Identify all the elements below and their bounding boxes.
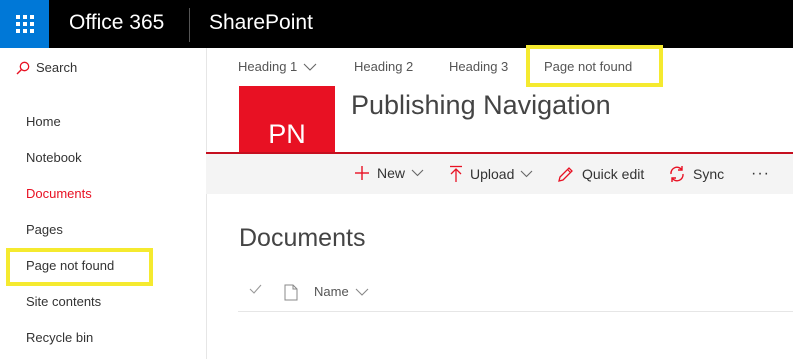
search-icon xyxy=(16,61,30,74)
nav-item-home[interactable]: Home xyxy=(26,113,61,131)
quick-edit-button[interactable]: Quick edit xyxy=(557,165,644,183)
nav-item-notebook[interactable]: Notebook xyxy=(26,149,82,167)
name-column-header[interactable]: Name xyxy=(314,284,369,299)
quick-edit-label: Quick edit xyxy=(582,166,645,182)
nav-item-documents[interactable]: Documents xyxy=(26,185,92,203)
waffle-icon xyxy=(15,15,34,33)
site-logo-initials: PN xyxy=(268,118,306,149)
sync-label: Sync xyxy=(693,166,725,182)
checkmark-icon xyxy=(249,284,262,294)
site-title[interactable]: Publishing Navigation xyxy=(351,88,611,122)
sync-button[interactable]: Sync xyxy=(668,165,724,183)
select-all-checkbox[interactable] xyxy=(249,284,262,294)
new-button[interactable]: New xyxy=(354,165,431,181)
suite-bar: Office 365 SharePoint xyxy=(0,0,793,48)
column-header-divider xyxy=(238,311,793,312)
upload-label: Upload xyxy=(470,166,515,182)
nav-item-site-contents[interactable]: Site contents xyxy=(26,293,101,311)
app-launcher-button[interactable] xyxy=(0,0,49,48)
suite-divider xyxy=(189,8,190,42)
chevron-down-icon xyxy=(411,169,424,177)
more-options-button[interactable]: ··· xyxy=(751,165,770,183)
new-label: New xyxy=(377,165,406,181)
nav-item-pages[interactable]: Pages xyxy=(26,221,63,239)
pencil-icon xyxy=(558,167,573,182)
sharepoint-app-link[interactable]: SharePoint xyxy=(209,9,313,37)
search-box[interactable]: Search xyxy=(16,60,77,75)
name-column-label: Name xyxy=(314,284,349,299)
highlight-box-topnav xyxy=(526,45,663,87)
library-heading: Documents xyxy=(239,224,366,252)
file-type-column-header[interactable] xyxy=(284,284,298,301)
search-label: Search xyxy=(36,60,78,75)
top-nav-heading-1[interactable]: Heading 1 xyxy=(238,58,317,76)
chevron-down-icon xyxy=(355,288,369,296)
chevron-down-icon xyxy=(303,63,317,71)
document-icon xyxy=(284,284,298,301)
nav-item-recycle-bin[interactable]: Recycle bin xyxy=(26,329,93,347)
top-nav-label: Heading 1 xyxy=(238,59,298,74)
sync-icon xyxy=(670,166,684,182)
plus-icon xyxy=(355,166,369,180)
top-nav-heading-2[interactable]: Heading 2 xyxy=(354,58,413,76)
upload-icon xyxy=(450,165,462,182)
left-navigation: Search xyxy=(0,48,207,359)
top-nav-heading-3[interactable]: Heading 3 xyxy=(449,58,508,76)
upload-button[interactable]: Upload xyxy=(449,165,540,183)
highlight-box-leftnav xyxy=(6,248,153,286)
chevron-down-icon xyxy=(520,170,533,178)
office365-brand-link[interactable]: Office 365 xyxy=(69,9,164,37)
